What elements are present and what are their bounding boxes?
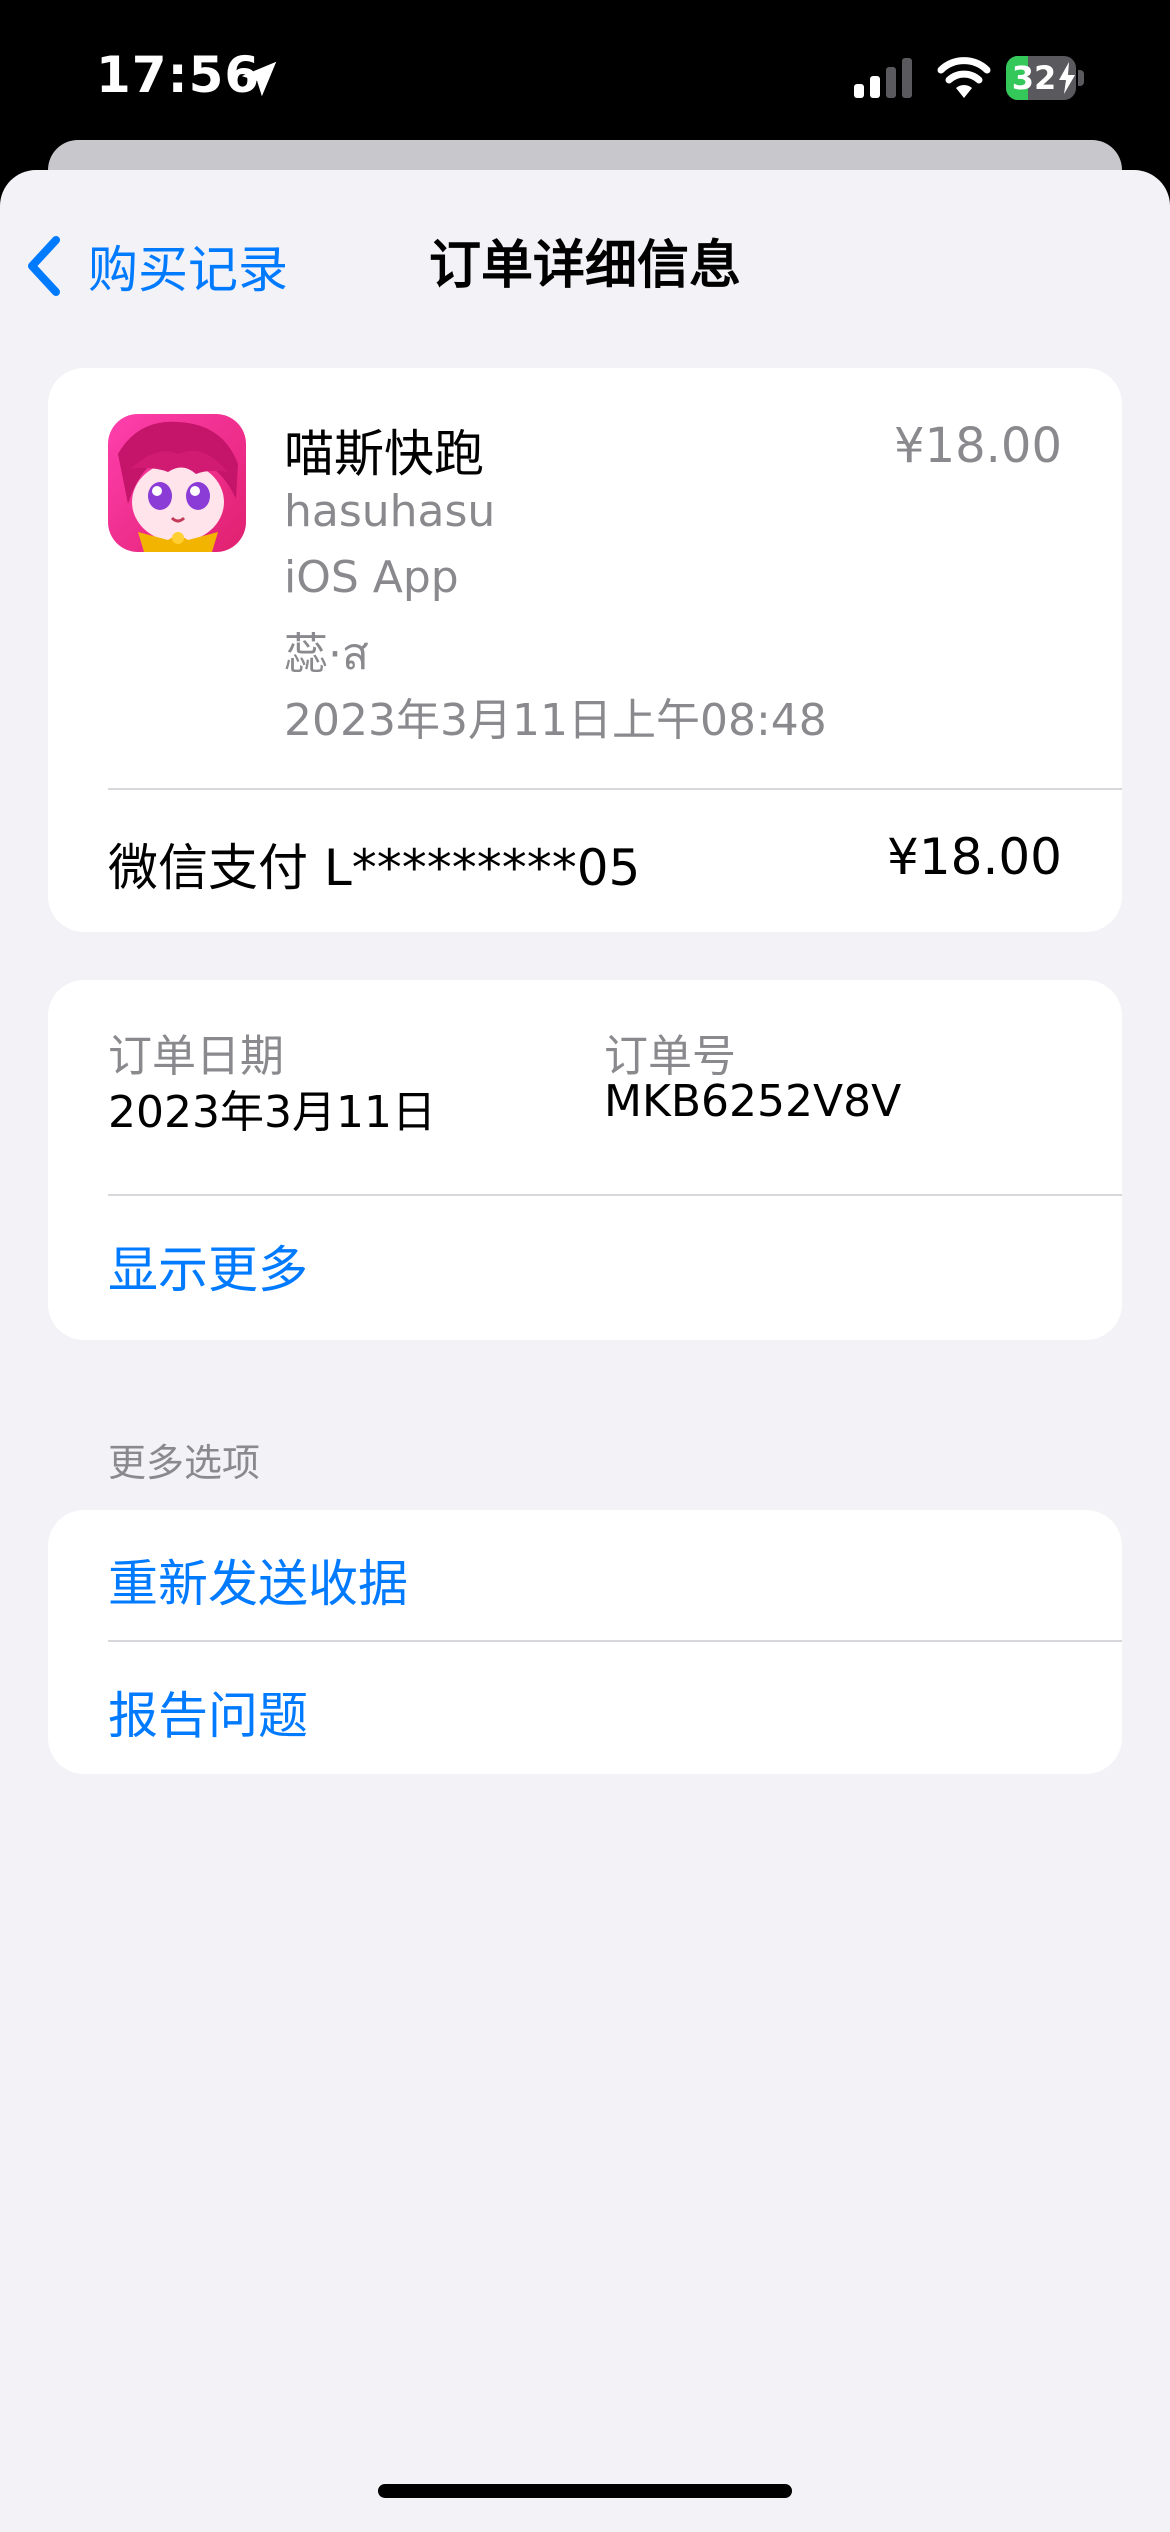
divider	[108, 788, 1122, 790]
back-button-label: 购买记录	[88, 241, 288, 299]
resend-receipt-button[interactable]: 重新发送收据	[108, 1544, 408, 1616]
status-bar: 17:56 32	[0, 0, 1170, 150]
charging-bolt-icon	[1059, 62, 1075, 94]
purchase-card: 喵斯快跑 ¥18.00 hasuhasu iOS App 蕊·ส 2023年3月…	[48, 368, 1122, 932]
developer-name: hasuhasu	[284, 486, 496, 537]
more-options-card: 重新发送收据 报告问题	[48, 1510, 1122, 1774]
order-number-value: MKB6252V8V	[604, 1076, 902, 1127]
home-indicator[interactable]	[378, 2484, 792, 2498]
app-name: 喵斯快跑	[284, 425, 484, 483]
order-date-value: 2023年3月11日	[108, 1087, 436, 1138]
purchase-datetime: 2023年3月11日上午08:48	[284, 695, 827, 746]
order-date-label: 订单日期	[108, 1031, 284, 1082]
wifi-icon	[937, 57, 991, 98]
payment-amount: ¥18.00	[887, 828, 1062, 886]
payment-method: 微信支付 L*********05	[108, 839, 641, 897]
report-problem-button[interactable]: 报告问题	[108, 1676, 308, 1748]
order-number-label: 订单号	[604, 1031, 736, 1082]
device-name: 蕊·ส	[284, 629, 369, 680]
app-icon	[108, 414, 246, 552]
divider	[108, 1194, 1122, 1196]
location-arrow-icon	[241, 61, 277, 97]
cellular-signal-icon	[854, 58, 912, 98]
chevron-left-icon	[28, 236, 60, 296]
more-options-header: 更多选项	[108, 1441, 261, 1485]
order-details-sheet: 订单详细信息 购买记录 喵斯快跑 ¥18.00 hasuhasu iOS App…	[0, 170, 1170, 2532]
order-info-card: 订单日期 2023年3月11日 订单号 MKB6252V8V 显示更多	[48, 980, 1122, 1340]
battery-level: 32	[1011, 59, 1057, 97]
show-more-link[interactable]: 显示更多	[108, 1230, 308, 1302]
divider	[108, 1640, 1122, 1642]
battery-icon: 32	[1006, 56, 1084, 100]
back-button[interactable]: 购买记录	[24, 226, 288, 306]
platform-label: iOS App	[284, 552, 459, 603]
item-price: ¥18.00	[894, 418, 1062, 474]
